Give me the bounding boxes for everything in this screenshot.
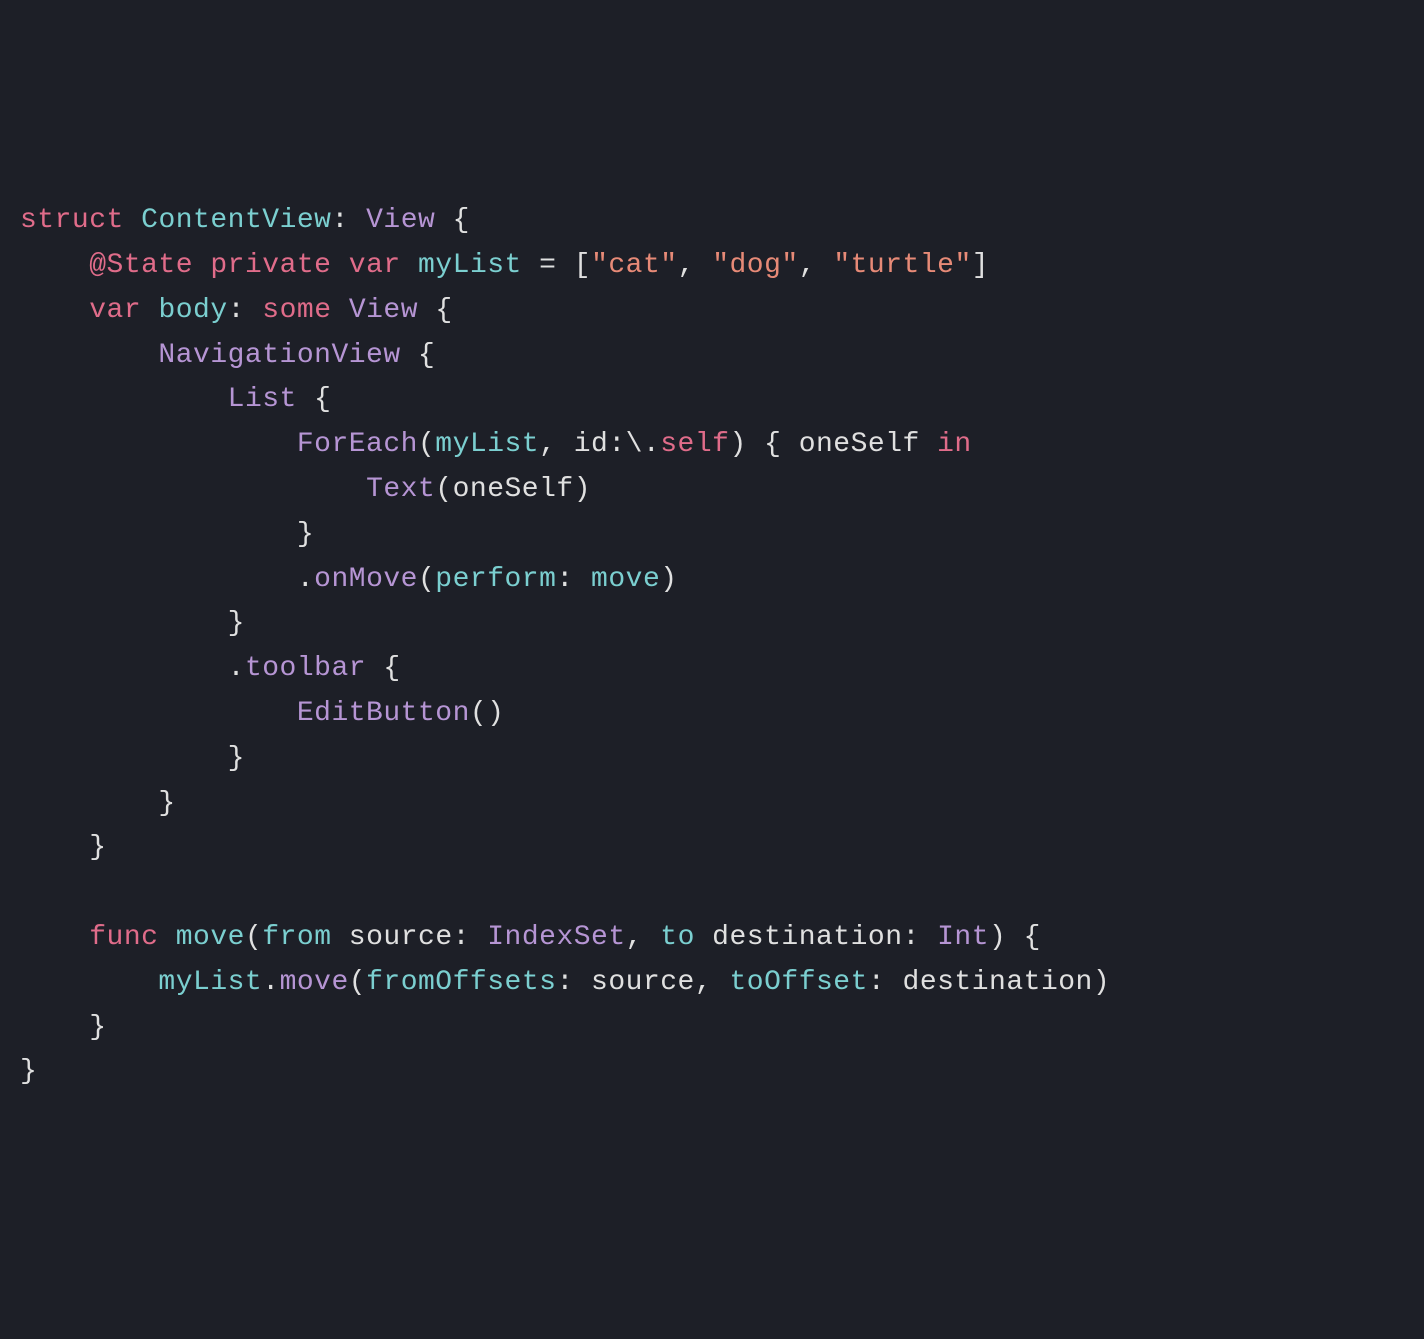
code-line-20: } xyxy=(20,1050,1404,1095)
code-line-9: .onMove(perform: move) xyxy=(20,558,1404,603)
code-line-4: NavigationView { xyxy=(20,334,1404,379)
code-line-16 xyxy=(20,871,1404,916)
code-line-15: } xyxy=(20,826,1404,871)
code-line-8: } xyxy=(20,513,1404,558)
code-line-7: Text(oneSelf) xyxy=(20,468,1404,513)
code-line-5: List { xyxy=(20,378,1404,423)
code-line-10: } xyxy=(20,602,1404,647)
code-line-17: func move(from source: IndexSet, to dest… xyxy=(20,916,1404,961)
code-line-3: var body: some View { xyxy=(20,289,1404,334)
code-line-2: @State private var myList = ["cat", "dog… xyxy=(20,244,1404,289)
code-line-18: myList.move(fromOffsets: source, toOffse… xyxy=(20,961,1404,1006)
code-line-11: .toolbar { xyxy=(20,647,1404,692)
code-line-6: ForEach(myList, id:\.self) { oneSelf in xyxy=(20,423,1404,468)
code-line-1: struct ContentView: View { xyxy=(20,199,1404,244)
code-line-14: } xyxy=(20,782,1404,827)
code-line-19: } xyxy=(20,1006,1404,1051)
code-line-13: } xyxy=(20,737,1404,782)
code-line-12: EditButton() xyxy=(20,692,1404,737)
code-editor[interactable]: struct ContentView: View { @State privat… xyxy=(20,199,1404,1095)
